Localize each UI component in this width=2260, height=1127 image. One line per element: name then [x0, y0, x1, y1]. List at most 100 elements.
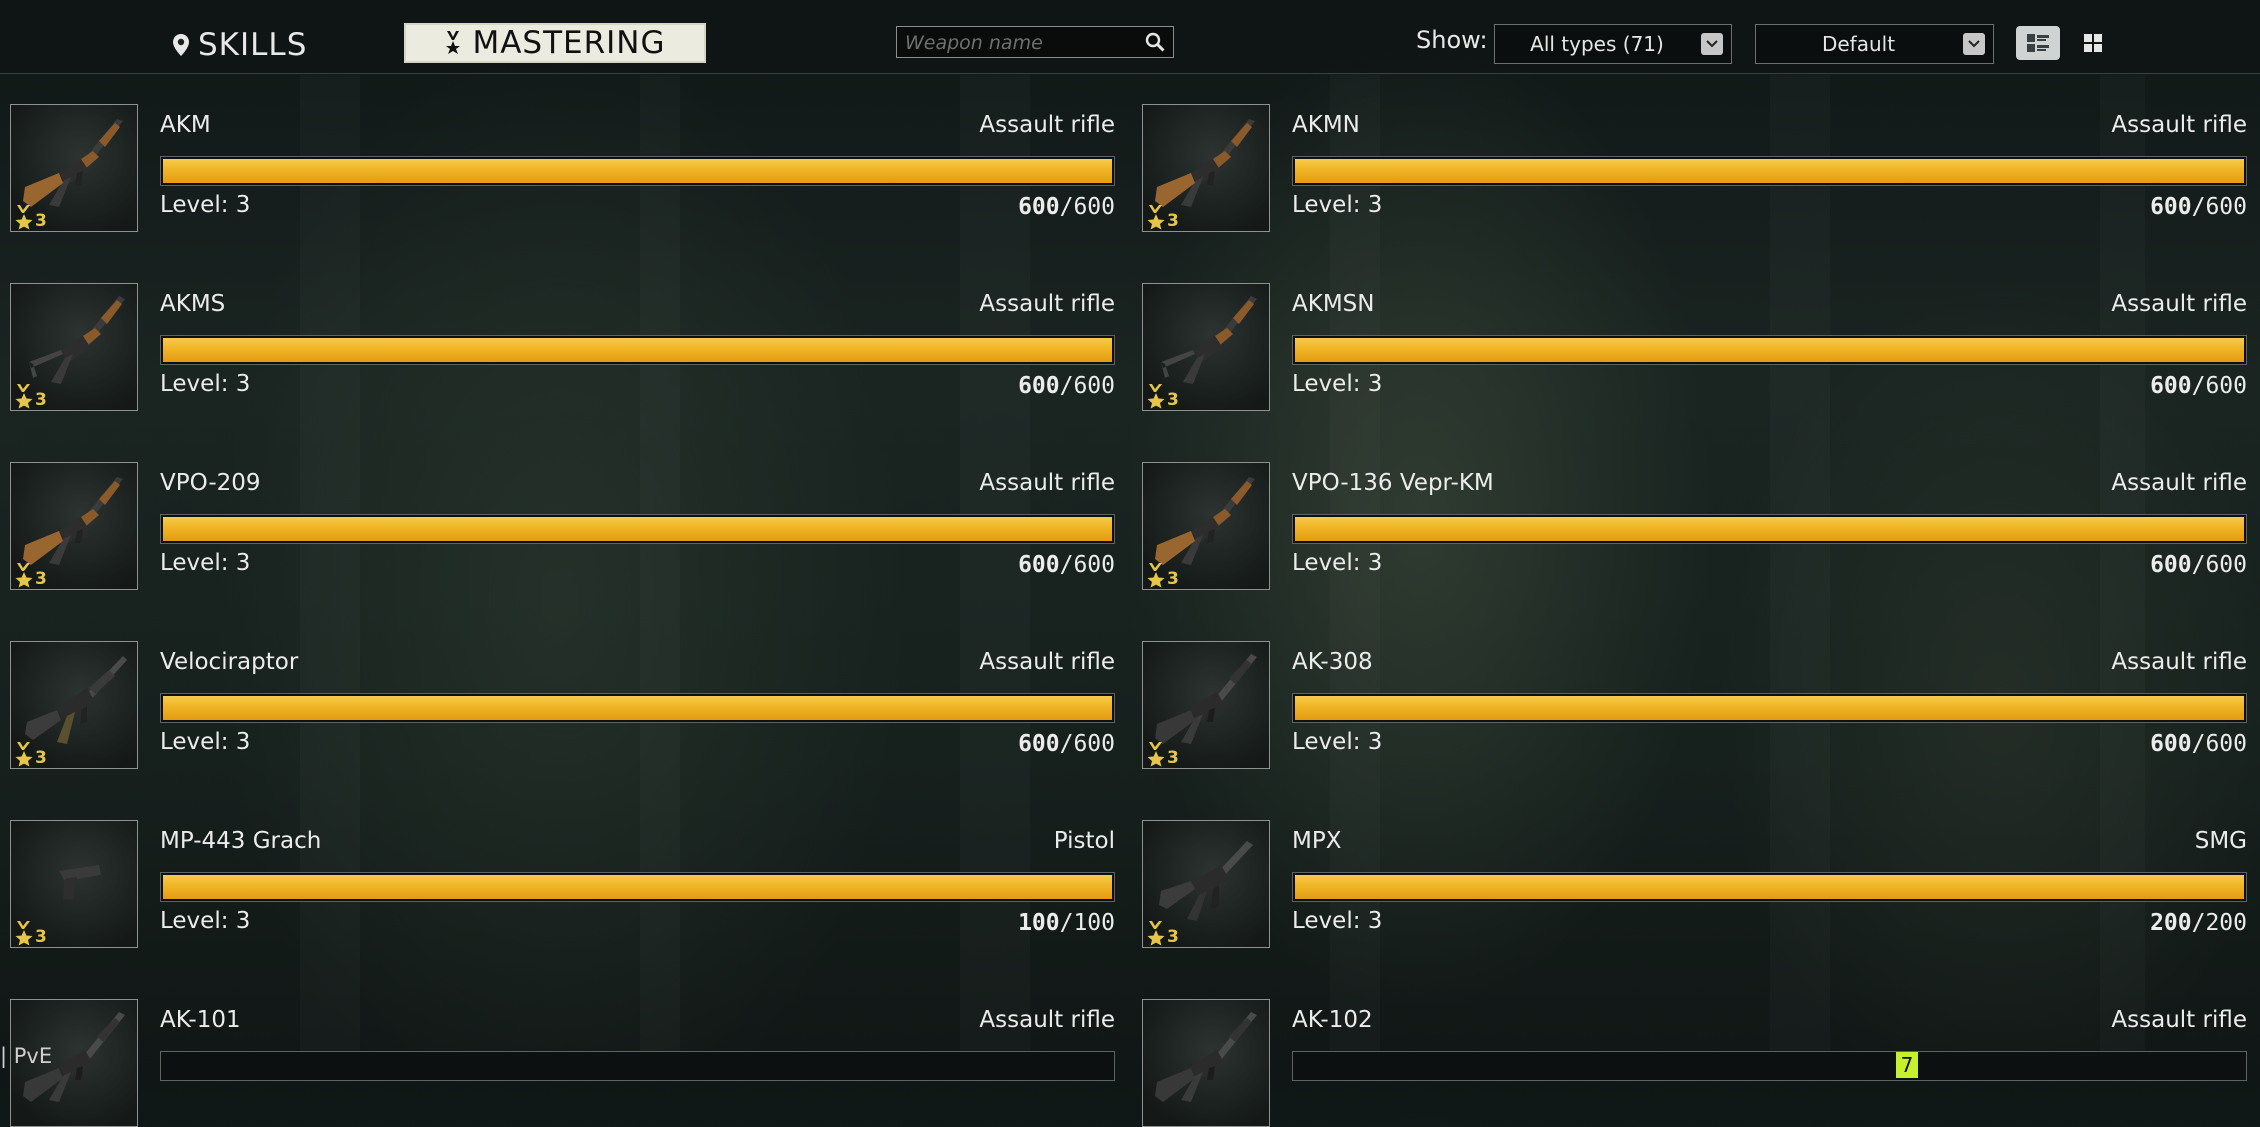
weapon-name: Velociraptor: [160, 649, 299, 675]
weapon-thumbnail[interactable]: 3: [10, 283, 138, 411]
weapon-card[interactable]: 3 AKMSN Assault rifle Level: 3 600/600: [1142, 283, 2247, 411]
weapon-card[interactable]: 3 VPO-209 Assault rifle Level: 3 600/600: [10, 462, 1115, 590]
weapon-thumbnail[interactable]: 3: [10, 820, 138, 948]
weapon-name: AK-308: [1292, 649, 1373, 675]
weapon-name: AK-101: [160, 1007, 241, 1033]
mastery-star-icon: [15, 384, 33, 409]
mastery-points-max: /600: [1059, 373, 1115, 399]
weapon-card[interactable]: 3 MP-443 Grach Pistol Level: 3 100/100: [10, 820, 1115, 948]
mastery-badge-level: 3: [1167, 927, 1179, 947]
weapon-card[interactable]: 3 VPO-136 Vepr-KM Assault rifle Level: 3…: [1142, 462, 2247, 590]
tab-skills[interactable]: SKILLS: [172, 22, 307, 68]
mastery-progress-fill: [163, 696, 1112, 720]
mastery-badge: 3: [1146, 562, 1179, 588]
mastery-points-current: 600: [1018, 731, 1060, 757]
mastery-progress-bar: [1292, 872, 2247, 902]
mastery-badge: 3: [14, 741, 47, 767]
weapon-card[interactable]: 3 AKMS Assault rifle Level: 3 600/600: [10, 283, 1115, 411]
weapon-thumbnail[interactable]: 3: [1142, 641, 1270, 769]
weapon-name: AKMN: [1292, 112, 1360, 138]
tab-mastering[interactable]: MASTERING: [404, 23, 706, 63]
mastery-level-text: Level: 3: [160, 908, 251, 934]
search-icon[interactable]: [1145, 32, 1165, 52]
weapon-name: VPO-136 Vepr-KM: [1292, 470, 1494, 496]
mastery-badge-level: 3: [35, 211, 47, 231]
weapon-card[interactable]: AK-101 Assault rifle: [10, 999, 1115, 1127]
weapon-card[interactable]: AK-102 Assault rifle: [1142, 999, 2247, 1127]
mastery-progress-fill: [163, 338, 1112, 362]
mastery-badge: 3: [1146, 741, 1179, 767]
mastery-badge-level: 3: [35, 569, 47, 589]
mastery-points-current: 600: [1018, 552, 1060, 578]
ping-indicator: 7: [1896, 1052, 1918, 1078]
mastery-points: 600/600: [1018, 731, 1115, 757]
mastery-level-text: Level: 3: [1292, 908, 1383, 934]
mastery-points-max: /600: [1059, 552, 1115, 578]
mastery-points-current: 600: [2150, 373, 2192, 399]
weapon-card[interactable]: 3 AK-308 Assault rifle Level: 3 600/600: [1142, 641, 2247, 769]
weapon-card[interactable]: 3 MPX SMG Level: 3 200/200: [1142, 820, 2247, 948]
weapon-card[interactable]: 3 AKMN Assault rifle Level: 3 600/600: [1142, 104, 2247, 232]
weapon-thumbnail[interactable]: [1142, 999, 1270, 1127]
mastery-badge-level: 3: [35, 748, 47, 768]
weapon-thumbnail[interactable]: 3: [10, 641, 138, 769]
mastering-medal-icon: [446, 31, 461, 54]
mastery-points: 600/600: [1018, 552, 1115, 578]
type-filter-dropdown[interactable]: All types (71): [1494, 24, 1732, 64]
mastery-badge-level: 3: [35, 927, 47, 947]
sort-value: Default: [1821, 32, 1896, 56]
weapon-card[interactable]: 3 Velociraptor Assault rifle Level: 3 60…: [10, 641, 1115, 769]
tab-mastering-label: MASTERING: [472, 25, 666, 61]
weapon-name: MPX: [1292, 828, 1342, 854]
mastery-points-current: 600: [1018, 194, 1060, 220]
weapon-type: Assault rifle: [979, 112, 1115, 138]
tab-skills-label: SKILLS: [198, 27, 308, 63]
weapon-thumbnail[interactable]: 3: [10, 104, 138, 232]
search-input[interactable]: [903, 29, 1137, 57]
mastery-progress-fill: [163, 875, 1112, 899]
weapon-type: Assault rifle: [979, 649, 1115, 675]
mastery-points-current: 600: [1018, 373, 1060, 399]
mastery-points-max: /600: [2191, 194, 2247, 220]
chevron-down-icon[interactable]: [1963, 33, 1985, 55]
mastery-progress-bar: [160, 335, 1115, 365]
weapon-thumbnail[interactable]: 3: [1142, 820, 1270, 948]
weapon-card[interactable]: 3 AKM Assault rifle Level: 3 600/600: [10, 104, 1115, 232]
type-filter-value: All types (71): [1530, 32, 1664, 56]
weapon-name: AKMSN: [1292, 291, 1375, 317]
weapon-thumbnail[interactable]: 3: [10, 462, 138, 590]
weapon-type: Assault rifle: [979, 1007, 1115, 1033]
map-pin-icon: [173, 34, 189, 56]
list-view-button[interactable]: [2016, 26, 2060, 60]
mastery-progress-bar: [160, 156, 1115, 186]
mastery-badge-level: 3: [1167, 211, 1179, 231]
sort-dropdown[interactable]: Default: [1755, 24, 1994, 64]
mastery-badge-level: 3: [35, 390, 47, 410]
weapon-name: AKMS: [160, 291, 226, 317]
mastery-star-icon: [15, 921, 33, 946]
weapon-name: AKM: [160, 112, 211, 138]
mastery-level-text: Level: 3: [160, 550, 251, 576]
weapon-name: MP-443 Grach: [160, 828, 322, 854]
mastery-star-icon: [15, 205, 33, 230]
grid-view-button[interactable]: [2071, 26, 2115, 60]
chevron-down-icon[interactable]: [1701, 33, 1723, 55]
mastery-points: 600/600: [1018, 373, 1115, 399]
mastery-points-current: 200: [2150, 910, 2192, 936]
weapon-type: Assault rifle: [979, 470, 1115, 496]
mastery-badge-level: 3: [1167, 390, 1179, 410]
mastery-progress-fill: [1295, 338, 2244, 362]
weapon-thumbnail[interactable]: 3: [1142, 283, 1270, 411]
weapon-thumbnail[interactable]: 3: [1142, 104, 1270, 232]
mastery-progress-bar: [1292, 1051, 2247, 1081]
mastery-progress-fill: [163, 159, 1112, 183]
mastery-badge: 3: [14, 920, 47, 946]
mastery-points: 600/600: [1018, 194, 1115, 220]
mastery-points: 600/600: [2150, 731, 2247, 757]
grid-view-icon: [2084, 34, 2102, 52]
mastery-level-text: Level: 3: [1292, 371, 1383, 397]
top-bar: SKILLS MASTERING Show: All types (71) De…: [0, 0, 2260, 74]
mastery-star-icon: [15, 563, 33, 588]
weapon-thumbnail[interactable]: 3: [1142, 462, 1270, 590]
mastery-star-icon: [15, 742, 33, 767]
